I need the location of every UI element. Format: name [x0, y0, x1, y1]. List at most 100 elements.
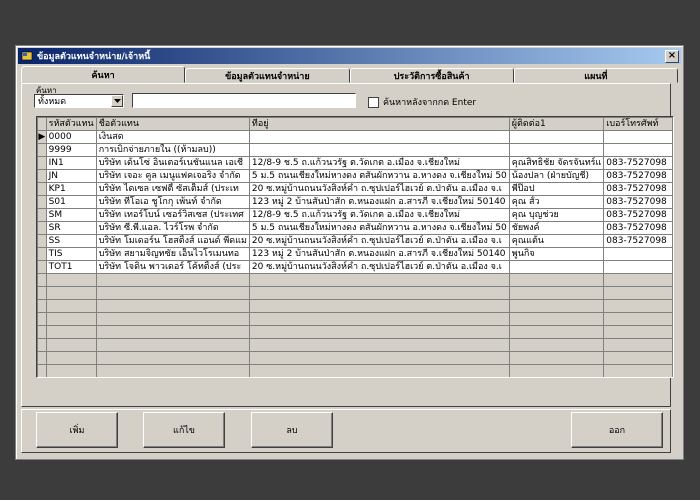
cell-name[interactable]: บริษัท โมเดอร์น โฮสติ้งส์ แอนด์ พีดแม	[95, 234, 250, 248]
cell-phone[interactable]	[603, 143, 673, 157]
table-row[interactable]: TIS บริษัท สยามจิญทซัย เอ็นไวโรเมนทอ 123 ห…	[37, 247, 673, 261]
cell-name[interactable]: บริษัท เจอะ คูล เมนูแฟคเจอริ่ง จำกัด	[95, 169, 250, 183]
cell-phone[interactable]	[603, 260, 673, 274]
cell-address[interactable]: 12/8-9 ช.5 ถ.แก้วนวรัฐ ต.วัดเกต อ.เมือง …	[248, 156, 510, 170]
row-selector[interactable]	[37, 169, 47, 183]
cell-name[interactable]: บริษัท ทีโอเอ ชูโกกุ เพ้นท์ จำกัด	[95, 195, 250, 209]
table-row[interactable]: ▶ 0000 เงินสด	[37, 130, 673, 144]
cell-contact[interactable]: ชัยพงค์	[508, 221, 605, 235]
col-header-name[interactable]: ชื่อตัวแทน	[95, 117, 250, 131]
cell-code[interactable]: 9999	[45, 143, 97, 157]
row-selector[interactable]	[37, 247, 47, 261]
cell-phone[interactable]: 083-7527098	[603, 156, 673, 170]
cell-name[interactable]: บริษัท ไดเซล เซฟตี้ ซัสเต็มส์ (ประเท	[95, 182, 250, 196]
cell-contact[interactable]: คุณ สั้ว	[508, 195, 605, 209]
cell-contact[interactable]	[508, 260, 605, 274]
cell-contact[interactable]: คุณ บุญช่วย	[508, 208, 605, 222]
cell-name[interactable]: บริษัท ซี.พี.แอล. ไวร์โรพ จำกัด	[95, 221, 250, 235]
delete-button[interactable]: ลบ	[251, 412, 333, 448]
col-header-address[interactable]: ที่อยู่	[248, 117, 510, 131]
cell-code[interactable]: SM	[45, 208, 97, 222]
row-selector-header	[37, 117, 47, 131]
search-input[interactable]	[132, 93, 356, 108]
table-row[interactable]: TOT1 บริษัท โจดิน พาวเดอร์ โค้ทติ้งส์ (ปร…	[37, 260, 673, 274]
cell-address[interactable]: 12/8-9 ช.5 ถ.แก้วนวรัฐ ต.วัดเกต อ.เมือง …	[248, 208, 510, 222]
cell-address[interactable]: 20 ซ.หมู่บ้านถนนวังสิงห์คำ ถ.ซุปเปอร์ไฮเ…	[248, 182, 510, 196]
cell-phone[interactable]: 083-7527098	[603, 169, 673, 183]
cell-contact[interactable]: น้องปลา (ฝ่ายบัญชี)	[508, 169, 605, 183]
tab-search[interactable]: ค้นหา	[21, 66, 186, 83]
cell-address[interactable]: 123 หมู่ 2 บ้านสันป่าสัก ต.หนองแฝก อ.สาร…	[248, 195, 510, 209]
cell-contact[interactable]: พี่ป๊อป	[508, 182, 605, 196]
table-row[interactable]: 9999 การเบิกจ่ายภายใน ((ห้ามลบ))	[37, 143, 673, 157]
cell-phone[interactable]: 083-7527098	[603, 234, 673, 248]
search-on-enter-option[interactable]: ค้นหาหลังจากกด Enter	[368, 95, 476, 109]
cell-address[interactable]: 5 ม.5 ถนนเชียงใหม่หางดง ตสันผักหวาน อ.หา…	[248, 169, 510, 183]
cell-contact[interactable]: คุณแต้น	[508, 234, 605, 248]
row-selector[interactable]	[37, 234, 47, 248]
cell-contact[interactable]: คุณสิทธิชัย จัดรจันทร์แ	[508, 156, 605, 170]
tab-agent-info[interactable]: ข้อมูลตัวแทนจำหน่าย	[185, 68, 350, 83]
cell-phone[interactable]: 083-7527098	[603, 221, 673, 235]
cell-name[interactable]: บริษัท เด้นโซ่ อินเตอร์เนชั่นแนล เอเชี	[95, 156, 250, 170]
row-selector[interactable]	[37, 182, 47, 196]
edit-button[interactable]: แก้ไข	[143, 412, 225, 448]
cell-contact[interactable]: พูนกิจ	[508, 247, 605, 261]
exit-button[interactable]: ออก	[571, 412, 663, 448]
cell-name[interactable]: บริษัท สยามจิญทซัย เอ็นไวโรเมนทอ	[95, 247, 250, 261]
cell-address[interactable]: 5 ม.5 ถนนเชียงใหม่หางดง ตสันผักหวาน อ.หา…	[248, 221, 510, 235]
table-row[interactable]: SR บริษัท ซี.พี.แอล. ไวร์โรพ จำกัด 5 ม.5 ถ…	[37, 221, 673, 235]
tab-map[interactable]: แผนที่	[513, 68, 678, 83]
row-selector[interactable]	[37, 156, 47, 170]
table-row[interactable]: JN บริษัท เจอะ คูล เมนูแฟคเจอริ่ง จำกัด 5 …	[37, 169, 673, 183]
col-header-phone[interactable]: เบอร์โทรศัพท์	[603, 117, 673, 131]
row-selector[interactable]	[37, 208, 47, 222]
col-header-code[interactable]: รหัสตัวแทน	[45, 117, 97, 131]
cell-phone[interactable]: 083-7527098	[603, 182, 673, 196]
add-button[interactable]: เพิ่ม	[36, 412, 118, 448]
cell-address[interactable]: 123 หมู่ 2 บ้านสันป่าสัก ต.หนองแฝก อ.สาร…	[248, 247, 510, 261]
cell-phone[interactable]	[603, 247, 673, 261]
table-row[interactable]: KP1 บริษัท ไดเซล เซฟตี้ ซัสเต็มส์ (ประเท 2…	[37, 182, 673, 196]
col-header-contact[interactable]: ผู้ติดต่อ1	[508, 117, 605, 131]
cell-code[interactable]: JN	[45, 169, 97, 183]
cell-name[interactable]: การเบิกจ่ายภายใน ((ห้ามลบ))	[95, 143, 250, 157]
cell-code[interactable]: 0000	[45, 130, 97, 144]
cell-phone[interactable]: 083-7527098	[603, 208, 673, 222]
cell-address[interactable]	[248, 130, 510, 144]
cell-address[interactable]: 20 ซ.หมู่บ้านถนนวังสิงห์คำ ถ.ซุปเปอร์ไฮเ…	[248, 234, 510, 248]
cell-phone[interactable]: 083-7527098	[603, 195, 673, 209]
search-on-enter-checkbox[interactable]	[368, 96, 379, 108]
cell-code[interactable]: KP1	[45, 182, 97, 196]
cell-address[interactable]	[248, 143, 510, 157]
close-button[interactable]: ×	[665, 49, 679, 63]
cell-contact[interactable]	[508, 143, 605, 157]
cell-contact[interactable]	[508, 130, 605, 144]
row-selector[interactable]	[37, 260, 47, 274]
cell-name[interactable]: บริษัท โจดิน พาวเดอร์ โค้ทติ้งส์ (ประ	[95, 260, 250, 274]
table-row[interactable]: S01 บริษัท ทีโอเอ ชูโกกุ เพ้นท์ จำกัด 123 …	[37, 195, 673, 209]
cell-code[interactable]: SS	[45, 234, 97, 248]
tab-purchase-history[interactable]: ประวัติการซื้อสินค้า	[349, 68, 514, 83]
cell-phone[interactable]	[603, 130, 673, 144]
cell-name[interactable]: บริษัท เทอร์โบน์ เซอร์วิสเซส (ประเทศ	[95, 208, 250, 222]
row-selector[interactable]	[37, 221, 47, 235]
row-selector[interactable]	[37, 195, 47, 209]
row-selector[interactable]: ▶	[37, 130, 47, 144]
cell-code[interactable]: IN1	[45, 156, 97, 170]
table-row[interactable]: SS บริษัท โมเดอร์น โฮสติ้งส์ แอนด์ พีดแม 2…	[37, 234, 673, 248]
search-scope-select[interactable]: ทั้งหมด	[34, 94, 124, 108]
cell-code[interactable]: TOT1	[45, 260, 97, 274]
cell-name[interactable]: เงินสด	[95, 130, 250, 144]
table-row[interactable]: IN1 บริษัท เด้นโซ่ อินเตอร์เนชั่นแนล เอเช…	[37, 156, 673, 170]
row-selector[interactable]	[37, 143, 47, 157]
title-bar[interactable]: ข้อมูลตัวแทนจำหน่าย/เจ้าหนี้ ×	[18, 48, 681, 64]
cell-code[interactable]: SR	[45, 221, 97, 235]
chevron-down-icon[interactable]	[111, 95, 123, 107]
cell-code[interactable]: S01	[45, 195, 97, 209]
cell-address[interactable]: 20 ซ.หมู่บ้านถนนวังสิงห์คำ ถ.ซุปเปอร์ไฮเ…	[248, 260, 510, 274]
table-row[interactable]: SM บริษัท เทอร์โบน์ เซอร์วิสเซส (ประเทศ 12…	[37, 208, 673, 222]
agent-grid[interactable]: รหัสตัวแทน ชื่อตัวแทน ที่อยู่ ผู้ติดต่อ1…	[36, 116, 674, 378]
cell-code[interactable]: TIS	[45, 247, 97, 261]
agent-table: รหัสตัวแทน ชื่อตัวแทน ที่อยู่ ผู้ติดต่อ1…	[37, 117, 673, 377]
